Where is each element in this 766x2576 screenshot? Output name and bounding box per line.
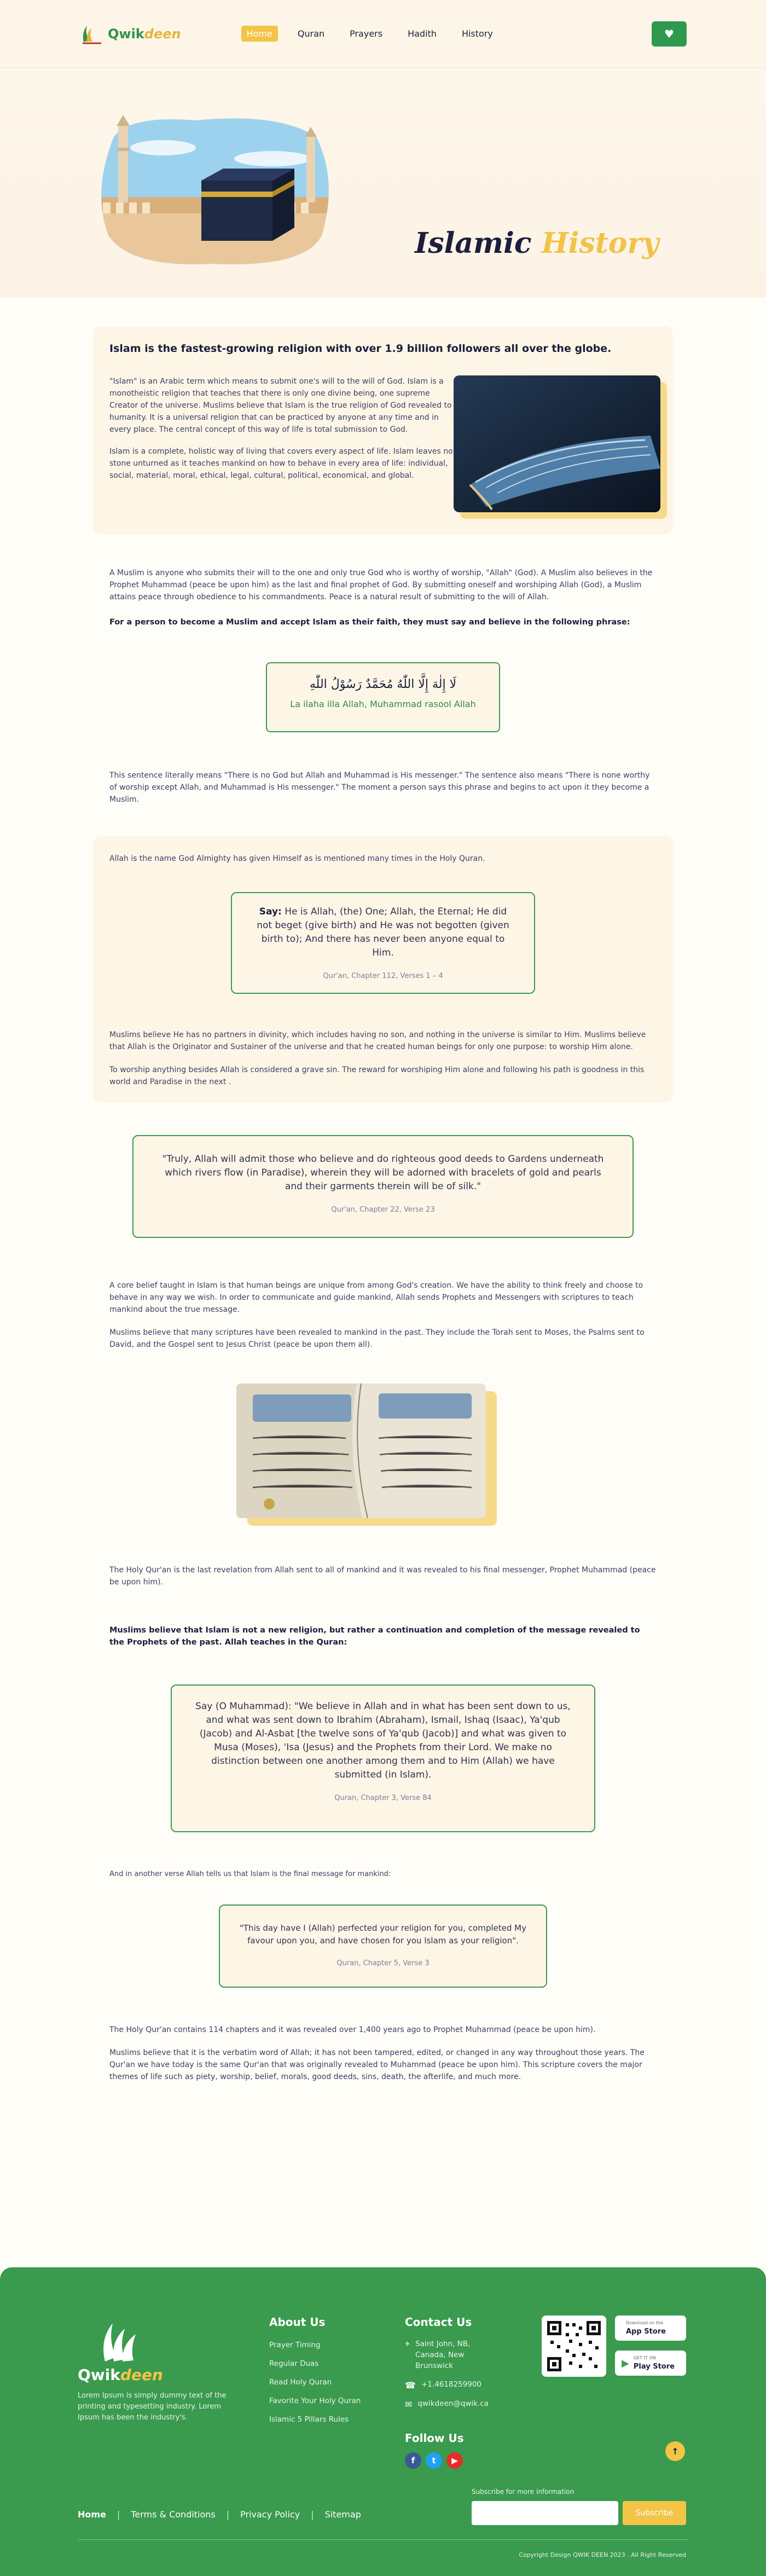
quote-perfected-reference: Quran, Chapter 5, Verse 3	[336, 1959, 430, 1967]
phrase-intro: For a person to become a Muslim and acce…	[109, 618, 630, 627]
contact-address: ⌖ Saint John, NB, Canada, New Brunswick	[405, 2338, 471, 2370]
shahada-box: لَا إِلٰهَ إِلَّا اللّٰهُ مُحَمَّدٌ رَسُ…	[266, 662, 500, 732]
closing-paragraph-2: Muslims believe that it is the verbatim …	[109, 2048, 645, 2081]
hero-banner: Islamic History	[0, 68, 766, 298]
site-header: Qwikdeen Home Quran Prayers Hadith Histo…	[0, 0, 766, 68]
belief-paragraph-3: The Holy Qur'an is the last revelation f…	[109, 1566, 656, 1587]
footer-link-regular-duas[interactable]: Regular Duas	[269, 2359, 361, 2368]
main-nav: Home Quran Prayers Hadith History	[241, 26, 498, 42]
follow-title: Follow Us	[405, 2432, 464, 2445]
nav-hadith[interactable]: Hadith	[402, 26, 442, 42]
logo[interactable]: Qwikdeen	[79, 21, 181, 47]
main-content: Islam is the fastest-growing religion wi…	[0, 326, 766, 2083]
copyright: Copyright Design QWIK DEEN 2023 . All Ri…	[519, 2551, 686, 2558]
allah-intro: Allah is the name God Almighty has given…	[109, 854, 485, 863]
site-footer: Qwikdeen Lorem Ipsum is simply dummy tex…	[0, 2267, 766, 2576]
arrow-up-icon: ↑	[671, 2446, 679, 2457]
footer-bottom-links: Home | Terms & Conditions | Privacy Poli…	[78, 2509, 361, 2520]
nav-history[interactable]: History	[456, 26, 498, 42]
logo-icon	[83, 25, 101, 44]
twitter-icon[interactable]: t	[426, 2452, 442, 2469]
footer-logo-icon	[103, 2323, 136, 2361]
location-pin-icon: ⌖	[405, 2338, 410, 2349]
play-store-button[interactable]: ▶ GET IT ON Play Store	[615, 2351, 686, 2376]
scroll-top-button[interactable]: ↑	[665, 2441, 685, 2461]
bottom-link-home[interactable]: Home	[78, 2509, 106, 2520]
intro-heading: Islam is the fastest-growing religion wi…	[109, 343, 612, 355]
footer-logo-text: Qwikdeen	[78, 2366, 163, 2384]
another-verse-line: And in another verse Allah tells us that…	[109, 1870, 391, 1878]
play-store-icon: ▶	[622, 2357, 629, 2369]
about-title: About Us	[269, 2315, 326, 2329]
quote-perfected: "This day have I (Allah) perfected your …	[219, 1904, 547, 1988]
kaaba-illustration	[101, 115, 329, 264]
footer-about-text: Lorem Ipsum is simply dummy text of the …	[78, 2392, 227, 2422]
bottom-link-privacy[interactable]: Privacy Policy	[240, 2509, 300, 2520]
closing-paragraph-1: The Holy Qur'an contains 114 chapters an…	[109, 2025, 596, 2034]
quote-ikhlas-reference: Qur'an, Chapter 112, Verses 1 – 4	[323, 972, 443, 980]
quote-ibrahim-reference: Quran, Chapter 3, Verse 84	[334, 1794, 432, 1802]
shahada-arabic: لَا إِلٰهَ إِلَّا اللّٰهُ مُحَمَّدٌ رَسُ…	[309, 678, 457, 691]
facebook-icon[interactable]: f	[405, 2452, 421, 2469]
quote-paradise: "Truly, Allah will admit those who belie…	[132, 1135, 634, 1238]
quran-pages-photo	[236, 1383, 497, 1526]
favorites-button[interactable]: ♥	[652, 21, 687, 47]
allah-card: Allah is the name God Almighty has given…	[93, 836, 673, 1102]
quote-ibrahim: Say (O Muhammad): "We believe in Allah a…	[171, 1684, 595, 1832]
app-store-button[interactable]: Download on the App Store	[615, 2315, 686, 2341]
quran-photo	[453, 375, 667, 519]
phone-icon: ☎	[405, 2380, 416, 2390]
logo-text: Qwikdeen	[108, 26, 181, 42]
contact-title: Contact Us	[405, 2315, 472, 2329]
continuation-paragraph: Muslims believe that Islam is not a new …	[109, 1626, 640, 1647]
mail-icon: ✉	[405, 2399, 413, 2410]
shahada-transliteration: La ilaha illa Allah, Muhammad rasool All…	[290, 699, 476, 709]
allah-paragraph-1: Muslims believe He has no partners in di…	[109, 1031, 646, 1051]
intro-paragraph-2: Islam is a complete, holistic way of liv…	[109, 447, 453, 480]
nav-home[interactable]: Home	[241, 26, 278, 42]
bottom-link-terms[interactable]: Terms & Conditions	[131, 2509, 215, 2520]
contact-email[interactable]: ✉ qwikdeen@qwik.ca	[405, 2399, 531, 2410]
footer-link-favorite-quran[interactable]: Favorite Your Holy Quran	[269, 2396, 361, 2405]
nav-quran[interactable]: Quran	[292, 26, 330, 42]
qr-code	[542, 2315, 606, 2377]
intro-card: Islam is the fastest-growing religion wi…	[93, 326, 673, 534]
bottom-link-sitemap[interactable]: Sitemap	[325, 2509, 361, 2520]
page-title: Islamic History	[415, 227, 659, 260]
subscribe-label: Subscribe for more information	[472, 2488, 574, 2496]
footer-link-read-quran[interactable]: Read Holy Quran	[269, 2378, 361, 2387]
page: Qwikdeen Home Quran Prayers Hadith Histo…	[0, 0, 766, 2576]
intro-paragraph-1: "Islam" is an Arabic term which means to…	[109, 377, 452, 434]
subscribe-button[interactable]: Subscribe	[623, 2501, 686, 2525]
youtube-icon[interactable]: ▶	[446, 2452, 463, 2469]
sentence-paragraph: This sentence literally means "There is …	[109, 771, 650, 804]
nav-prayers[interactable]: Prayers	[344, 26, 388, 42]
quote-paradise-reference: Qur'an, Chapter 22, Verse 23	[331, 1206, 435, 1214]
belief-paragraph-2: Muslims believe that many scriptures hav…	[109, 1328, 645, 1349]
heart-icon: ♥	[664, 27, 674, 40]
quote-ikhlas: Say: He is Allah, (the) One; Allah, the …	[231, 892, 535, 994]
allah-paragraph-2: To worship anything besides Allah is con…	[109, 1066, 645, 1086]
belief-paragraph-1: A core belief taught in Islam is that hu…	[109, 1281, 643, 1314]
contact-phone[interactable]: ☎ +1.4618259900	[405, 2380, 531, 2390]
footer-link-5-pillars[interactable]: Islamic 5 Pillars Rules	[269, 2415, 361, 2424]
footer-link-prayer-timing[interactable]: Prayer Timing	[269, 2341, 361, 2349]
subscribe-input[interactable]	[472, 2501, 618, 2525]
muslim-paragraph: A Muslim is anyone who submits their wil…	[109, 569, 653, 601]
